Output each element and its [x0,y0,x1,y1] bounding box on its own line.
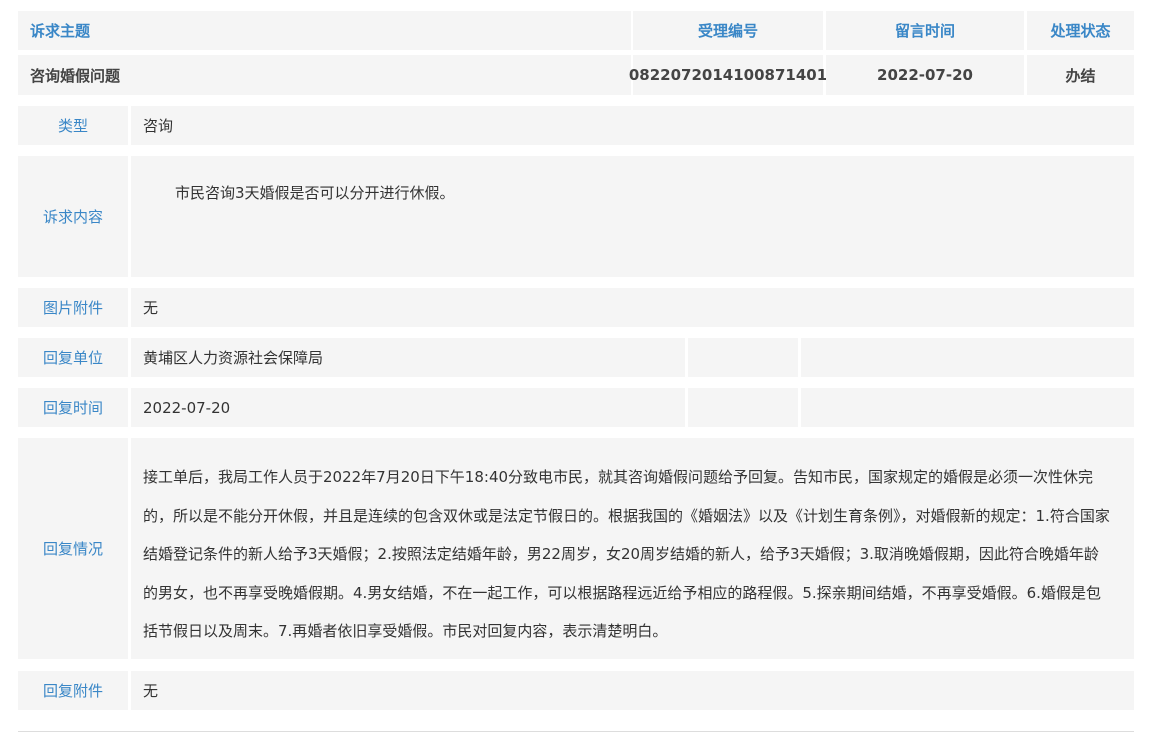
record-status: 办结 [1027,55,1134,95]
image-attachment-label: 图片附件 [18,288,128,327]
image-attachment-value: 无 [131,288,1134,327]
reply-content-label: 回复情况 [18,438,128,659]
header-time: 留言时间 [826,11,1024,50]
record-subject: 咨询婚假问题 [18,55,631,95]
reply-unit-value: 黄埔区人力资源社会保障局 [131,338,685,377]
record-time: 2022-07-20 [826,55,1024,95]
reply-time-value: 2022-07-20 [131,388,685,427]
empty-cell [688,338,798,377]
empty-cell [688,388,798,427]
content-label: 诉求内容 [18,156,128,277]
reply-unit-label: 回复单位 [18,338,128,377]
empty-cell [801,388,1134,427]
header-subject: 诉求主题 [18,11,631,50]
reply-time-label: 回复时间 [18,388,128,427]
header-status: 处理状态 [1027,11,1134,50]
type-value: 咨询 [131,106,1134,145]
record-number: 0822072014100871401 [629,55,827,95]
reply-content-value: 接工单后，我局工作人员于2022年7月20日下午18:40分致电市民，就其咨询婚… [131,438,1134,659]
content-value: 市民咨询3天婚假是否可以分开进行休假。 [131,156,1134,277]
type-label: 类型 [18,106,128,145]
bottom-divider [18,731,1134,732]
empty-cell [801,338,1134,377]
reply-attachment-value: 无 [131,671,1134,710]
header-number: 受理编号 [633,11,823,50]
reply-attachment-label: 回复附件 [18,671,128,710]
